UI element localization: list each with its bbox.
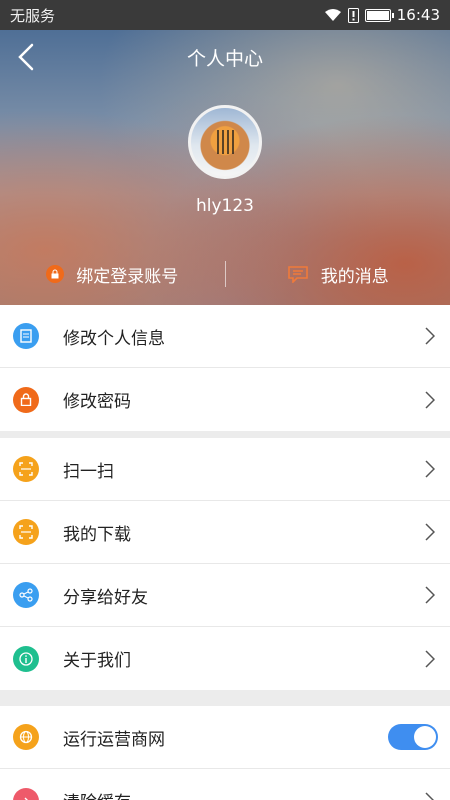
download-icon bbox=[13, 519, 39, 545]
about-us-label: 关于我们 bbox=[63, 651, 131, 671]
chevron-right-icon bbox=[410, 390, 450, 409]
carrier-network-row: 运行运营商网 bbox=[0, 706, 450, 769]
status-bar: 无服务 16:43 bbox=[0, 0, 450, 30]
wifi-icon bbox=[324, 9, 341, 21]
clear-cache-label: 清除缓存 bbox=[63, 788, 410, 800]
clock: 16:43 bbox=[396, 6, 440, 24]
chevron-right-icon bbox=[410, 586, 450, 604]
edit-profile-row[interactable]: 修改个人信息 bbox=[0, 305, 450, 368]
scan-label: 扫一扫 bbox=[63, 461, 114, 482]
scan-row[interactable]: 扫一扫 bbox=[0, 438, 450, 501]
message-icon bbox=[287, 266, 308, 283]
username: hly123 bbox=[195, 196, 254, 216]
carrier-network-toggle[interactable] bbox=[388, 724, 438, 750]
chevron-right-icon bbox=[410, 523, 450, 541]
profile-header: 个人中心 hly123 绑定登录账号 我的消息 bbox=[0, 30, 450, 305]
battery-icon bbox=[364, 8, 394, 22]
chevron-right-icon bbox=[410, 327, 450, 345]
network-icon bbox=[13, 724, 39, 750]
change-password-row[interactable]: 修改密码 bbox=[0, 368, 450, 431]
share-icon bbox=[13, 582, 39, 608]
my-downloads-label: 我的下载 bbox=[63, 524, 131, 545]
info-icon bbox=[13, 645, 39, 672]
account-settings-group: 修改个人信息 修改密码 bbox=[0, 305, 450, 431]
about-us-row[interactable]: 关于我们 bbox=[0, 627, 450, 690]
lock-icon bbox=[46, 265, 65, 283]
edit-profile-label: 修改个人信息 bbox=[63, 328, 165, 349]
carrier-network-label: 运行运营商网 bbox=[63, 729, 165, 750]
chevron-right-icon bbox=[410, 791, 450, 800]
chevron-right-icon bbox=[410, 649, 450, 668]
bind-account-label: 绑定登录账号 bbox=[76, 266, 179, 287]
scan-icon bbox=[13, 456, 39, 482]
page-title: 个人中心 bbox=[186, 48, 263, 70]
my-messages-label: 我的消息 bbox=[320, 266, 389, 287]
carrier-label: 无服务 bbox=[10, 6, 56, 25]
change-password-label: 修改密码 bbox=[63, 392, 131, 412]
my-downloads-row[interactable]: 我的下载 bbox=[0, 501, 450, 564]
clear-icon bbox=[13, 787, 39, 800]
share-label: 分享给好友 bbox=[63, 587, 148, 608]
avatar[interactable] bbox=[188, 105, 262, 179]
share-row[interactable]: 分享给好友 bbox=[0, 564, 450, 627]
sim-alert-icon bbox=[347, 7, 359, 23]
document-icon bbox=[13, 323, 39, 349]
bind-account-button[interactable]: 绑定登录账号 bbox=[0, 262, 225, 287]
clear-cache-row[interactable]: 清除缓存 bbox=[0, 769, 450, 800]
toggle-knob bbox=[414, 726, 436, 748]
my-messages-button[interactable]: 我的消息 bbox=[226, 262, 450, 287]
header-actions: 绑定登录账号 我的消息 bbox=[0, 255, 450, 293]
lock-icon bbox=[13, 386, 39, 413]
chevron-right-icon bbox=[410, 460, 450, 478]
tools-group: 扫一扫 我的下载 分享给好友 关于我们 bbox=[0, 438, 450, 690]
system-group: 运行运营商网 清除缓存 bbox=[0, 706, 450, 800]
